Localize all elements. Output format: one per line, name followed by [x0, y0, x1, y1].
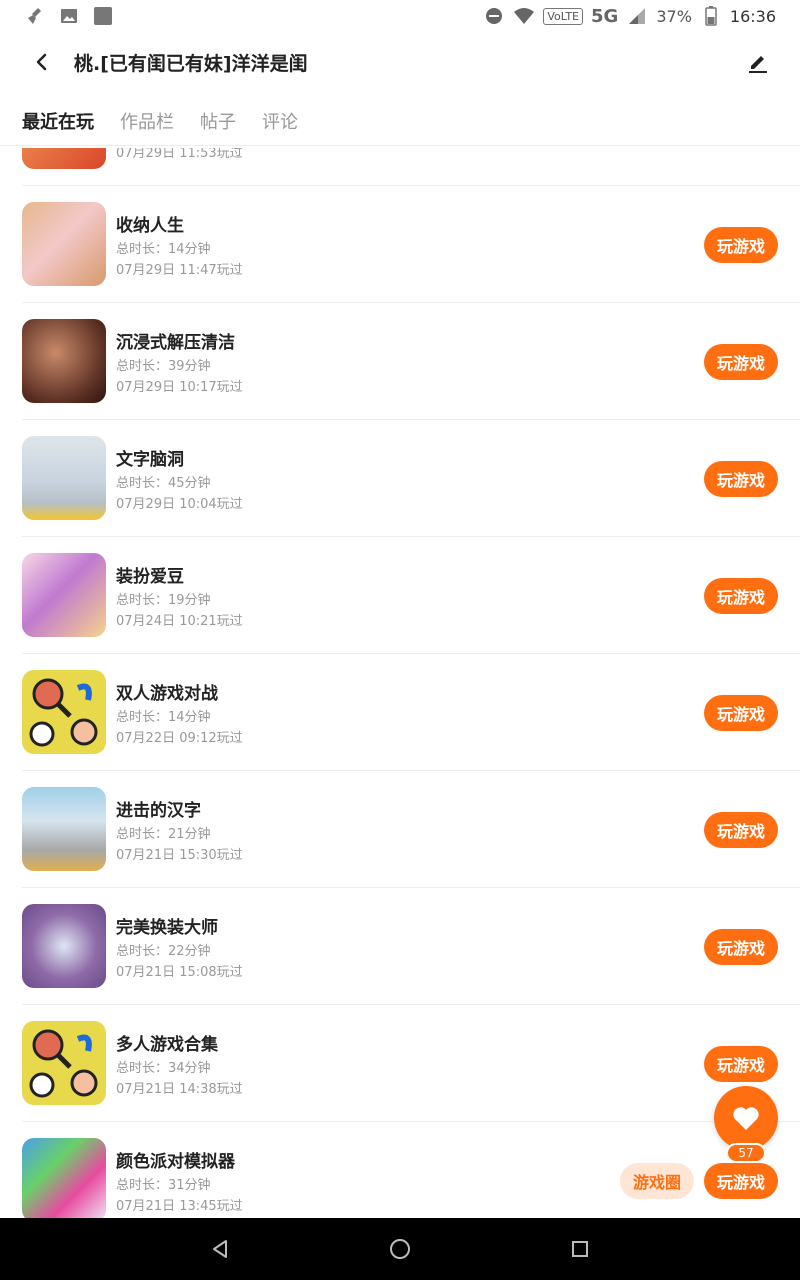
- last-played: 07月21日 13:45玩过: [116, 1199, 243, 1214]
- triangle-back-icon: [213, 1240, 227, 1258]
- tab-bar: 最近在玩 作品栏 帖子 评论: [0, 96, 800, 146]
- game-name: 文字脑洞: [116, 450, 184, 470]
- tab-posts[interactable]: 帖子: [200, 108, 236, 134]
- play-duration: 总时长：39分钟: [116, 359, 211, 374]
- play-duration: 总时长：45分钟: [116, 476, 211, 491]
- play-duration: 总时长：19分钟: [116, 593, 211, 608]
- back-button[interactable]: [22, 42, 62, 82]
- circle-home-icon: [390, 1239, 410, 1259]
- system-nav-bar: [0, 1218, 800, 1280]
- favorite-fab[interactable]: [714, 1086, 778, 1150]
- game-name: 收纳人生: [116, 216, 184, 236]
- game-name: 颜色派对模拟器: [116, 1152, 235, 1172]
- game-thumbnail: [22, 148, 106, 169]
- list-item[interactable]: 收纳人生 总时长：14分钟 07月29日 11:47玩过 玩游戏: [0, 186, 800, 303]
- last-played: 07月29日 11:47玩过: [116, 263, 243, 278]
- play-duration: 总时长：14分钟: [116, 242, 211, 257]
- list-item[interactable]: 文字脑洞 总时长：45分钟 07月29日 10:04玩过 玩游戏: [0, 420, 800, 537]
- last-played: 07月29日 10:04玩过: [116, 497, 243, 512]
- tab-comments[interactable]: 评论: [262, 108, 298, 134]
- network-type: 5G: [591, 5, 619, 27]
- game-name: 装扮爱豆: [116, 567, 184, 587]
- image-icon: [58, 5, 80, 27]
- play-duration: 总时长：31分钟: [116, 1178, 211, 1193]
- last-played: 07月22日 09:12玩过: [116, 731, 243, 746]
- play-game-button[interactable]: 玩游戏: [704, 1046, 778, 1082]
- last-played: 07月21日 15:30玩过: [116, 848, 243, 863]
- edit-button[interactable]: [744, 48, 772, 76]
- list-item[interactable]: 完美换装大师 总时长：22分钟 07月21日 15:08玩过 玩游戏: [0, 888, 800, 1005]
- list-item[interactable]: 多人游戏合集 总时长：34分钟 07月21日 14:38玩过 玩游戏: [0, 1005, 800, 1122]
- nav-home-button[interactable]: [385, 1234, 415, 1264]
- play-game-button[interactable]: 玩游戏: [704, 1163, 778, 1199]
- game-thumbnail: [22, 319, 106, 403]
- volte-indicator: VoLTE: [543, 7, 584, 25]
- play-game-button[interactable]: 玩游戏: [704, 812, 778, 848]
- list-item[interactable]: 双人游戏对战 总时长：14分钟 07月22日 09:12玩过 玩游戏: [0, 654, 800, 771]
- pencil-icon: [749, 56, 767, 73]
- battery-percent: 37%: [656, 6, 692, 26]
- favorite-count-badge: 57: [726, 1143, 766, 1163]
- game-name: 多人游戏合集: [116, 1035, 218, 1055]
- game-name: 完美换装大师: [116, 918, 218, 938]
- play-duration: 总时长：34分钟: [116, 1061, 211, 1076]
- game-thumbnail: [22, 1138, 106, 1218]
- play-duration: 总时长：21分钟: [116, 827, 211, 842]
- play-duration: 总时长：22分钟: [116, 944, 211, 959]
- list-item[interactable]: 07月29日 11:53玩过: [0, 148, 800, 186]
- tab-recent[interactable]: 最近在玩: [22, 108, 94, 134]
- header: 桃.[已有闺已有妹]洋洋是闺: [0, 32, 800, 92]
- square-recents-icon: [572, 1241, 588, 1257]
- wifi-icon: [513, 5, 535, 27]
- app-square-icon: [92, 5, 114, 27]
- play-duration: 总时长：14分钟: [116, 710, 211, 725]
- game-thumbnail: [22, 553, 106, 637]
- last-played: 07月21日 15:08玩过: [116, 965, 243, 980]
- game-thumbnail: [22, 904, 106, 988]
- status-bar: VoLTE 5G 37% 16:36: [0, 0, 800, 32]
- game-name: 沉浸式解压清洁: [116, 333, 235, 353]
- game-thumbnail: [22, 436, 106, 520]
- play-game-button[interactable]: 玩游戏: [704, 929, 778, 965]
- play-game-button[interactable]: 玩游戏: [704, 227, 778, 263]
- list-item[interactable]: 颜色派对模拟器 总时长：31分钟 07月21日 13:45玩过 游戏圈 玩游戏: [0, 1122, 800, 1218]
- recent-games-list[interactable]: 07月29日 11:53玩过 收纳人生 总时长：14分钟 07月29日 11:4…: [0, 148, 800, 1218]
- game-name: 双人游戏对战: [116, 684, 218, 704]
- heart-icon: [733, 1107, 759, 1130]
- game-circle-button[interactable]: 游戏圈: [620, 1163, 694, 1199]
- clock: 16:36: [729, 6, 776, 26]
- tab-works[interactable]: 作品栏: [120, 108, 174, 134]
- play-game-button[interactable]: 玩游戏: [704, 578, 778, 614]
- list-item[interactable]: 进击的汉字 总时长：21分钟 07月21日 15:30玩过 玩游戏: [0, 771, 800, 888]
- page-title: 桃.[已有闺已有妹]洋洋是闺: [74, 52, 308, 75]
- signal-icon: [626, 5, 648, 27]
- list-item[interactable]: 沉浸式解压清洁 总时长：39分钟 07月29日 10:17玩过 玩游戏: [0, 303, 800, 420]
- game-thumbnail: [22, 202, 106, 286]
- game-thumbnail: [22, 1021, 106, 1105]
- play-game-button[interactable]: 玩游戏: [704, 695, 778, 731]
- chevron-left-icon: [36, 53, 47, 71]
- last-played: 07月21日 14:38玩过: [116, 1082, 243, 1097]
- play-game-button[interactable]: 玩游戏: [704, 461, 778, 497]
- last-played: 07月24日 10:21玩过: [116, 614, 243, 629]
- nav-back-button[interactable]: [205, 1234, 235, 1264]
- nav-recents-button[interactable]: [565, 1234, 595, 1264]
- play-game-button[interactable]: 玩游戏: [704, 344, 778, 380]
- last-played: 07月29日 11:53玩过: [116, 148, 243, 161]
- game-name: 进击的汉字: [116, 801, 201, 821]
- battery-icon: [700, 5, 722, 27]
- last-played: 07月29日 10:17玩过: [116, 380, 243, 395]
- broom-icon: [24, 5, 46, 27]
- list-item[interactable]: 装扮爱豆 总时长：19分钟 07月24日 10:21玩过 玩游戏: [0, 537, 800, 654]
- game-thumbnail: [22, 787, 106, 871]
- do-not-disturb-icon: [483, 5, 505, 27]
- game-thumbnail: [22, 670, 106, 754]
